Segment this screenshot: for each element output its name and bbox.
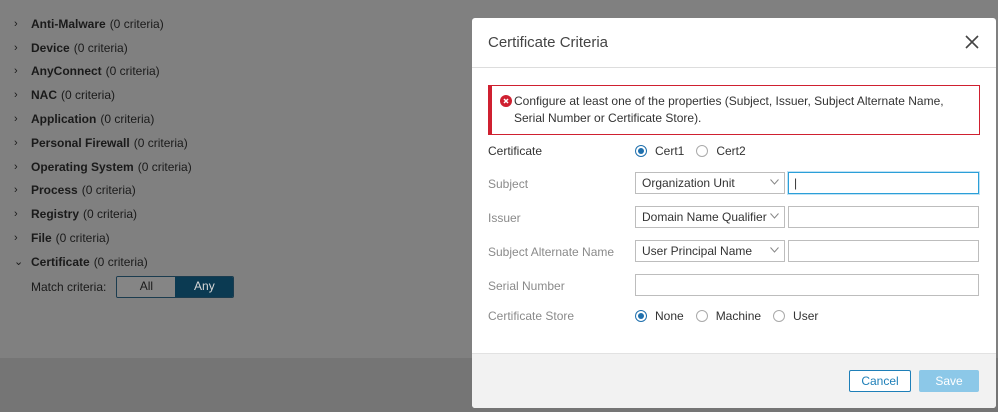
chevron-right-icon: ›	[14, 113, 18, 126]
match-any-button[interactable]: Any	[175, 277, 234, 297]
chevron-right-icon: ›	[14, 232, 18, 245]
cert2-radio[interactable]: Cert2	[696, 144, 746, 158]
error-icon	[500, 95, 512, 107]
chevron-down-icon: ⌄	[14, 256, 24, 269]
criteria-item-personal-firewall[interactable]: › Personal Firewall (0 criteria)	[14, 131, 192, 155]
match-criteria-toggle: All Any	[116, 276, 235, 298]
issuer-attribute-select[interactable]: Domain Name Qualifier	[635, 206, 785, 228]
chevron-right-icon: ›	[14, 160, 18, 173]
chevron-down-icon	[770, 247, 779, 253]
save-button[interactable]: Save	[919, 370, 979, 392]
dialog-title: Certificate Criteria	[488, 34, 609, 51]
alert-message: Configure at least one of the properties…	[514, 94, 944, 125]
cert1-radio[interactable]: Cert1	[635, 144, 684, 158]
subject-value-input[interactable]: |	[788, 172, 979, 194]
certificate-label: Certificate	[488, 144, 543, 158]
criteria-item-operating-system[interactable]: › Operating System (0 criteria)	[14, 155, 192, 179]
chevron-right-icon: ›	[14, 65, 18, 78]
criteria-item-nac[interactable]: › NAC (0 criteria)	[14, 83, 192, 107]
issuer-label: Issuer	[488, 211, 521, 225]
certificate-criteria-dialog: Certificate Criteria Configure at least …	[472, 18, 996, 408]
store-user-radio[interactable]: User	[773, 309, 818, 323]
certificate-store-label: Certificate Store	[488, 309, 575, 323]
chevron-right-icon: ›	[14, 136, 18, 149]
criteria-item-device[interactable]: › Device (0 criteria)	[14, 36, 192, 60]
match-criteria: Match criteria: All Any	[31, 276, 235, 298]
chevron-down-icon	[770, 179, 779, 185]
san-label: Subject Alternate Name	[488, 245, 615, 259]
dialog-footer: Cancel Save	[472, 353, 996, 408]
certificate-store-radio-group: None Machine User	[635, 309, 830, 323]
criteria-item-file[interactable]: › File (0 criteria)	[14, 226, 192, 250]
issuer-value-input[interactable]	[788, 206, 979, 228]
chevron-right-icon: ›	[14, 184, 18, 197]
subject-attribute-select[interactable]: Organization Unit	[635, 172, 785, 194]
store-machine-radio[interactable]: Machine	[695, 309, 761, 323]
criteria-list: › Anti-Malware (0 criteria) › Device (0 crit…	[14, 12, 192, 274]
store-none-radio[interactable]: None	[635, 309, 684, 323]
certificate-radio-group: Cert1 Cert2	[635, 144, 758, 158]
serial-number-input[interactable]	[635, 274, 979, 296]
chevron-right-icon: ›	[14, 41, 18, 54]
match-all-button[interactable]: All	[117, 277, 176, 297]
close-icon[interactable]	[962, 32, 982, 52]
criteria-item-application[interactable]: › Application (0 criteria)	[14, 107, 192, 131]
san-attribute-select[interactable]: User Principal Name	[635, 240, 785, 262]
serial-number-label: Serial Number	[488, 279, 565, 293]
criteria-item-anyconnect[interactable]: › AnyConnect (0 criteria)	[14, 60, 192, 84]
criteria-item-registry[interactable]: › Registry (0 criteria)	[14, 202, 192, 226]
san-value-input[interactable]	[788, 240, 979, 262]
dialog-header: Certificate Criteria	[472, 18, 996, 68]
chevron-right-icon: ›	[14, 17, 18, 30]
criteria-item-certificate[interactable]: ⌄ Certificate (0 criteria)	[14, 250, 192, 274]
error-alert: Configure at least one of the properties…	[488, 85, 980, 135]
chevron-down-icon	[770, 213, 779, 219]
criteria-item-anti-malware[interactable]: › Anti-Malware (0 criteria)	[14, 12, 192, 36]
subject-label: Subject	[488, 177, 529, 191]
chevron-right-icon: ›	[14, 208, 18, 221]
criteria-item-process[interactable]: › Process (0 criteria)	[14, 179, 192, 203]
match-criteria-label: Match criteria:	[31, 280, 107, 294]
cancel-button[interactable]: Cancel	[849, 370, 911, 392]
chevron-right-icon: ›	[14, 89, 18, 102]
